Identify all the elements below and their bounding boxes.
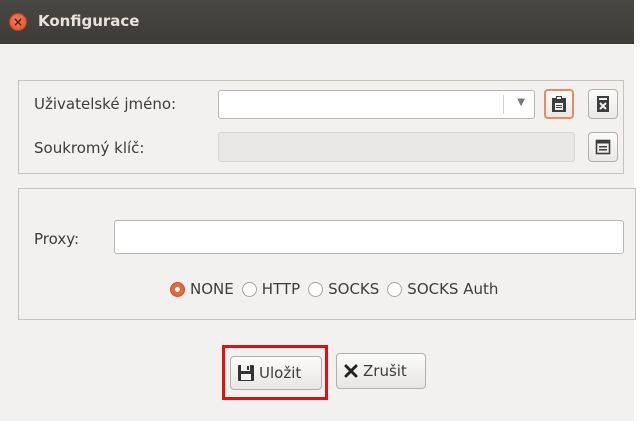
cancel-label: Zrušit bbox=[363, 362, 407, 380]
radio-socks-label: SOCKS bbox=[328, 280, 380, 298]
radio-none-label: NONE bbox=[190, 280, 234, 298]
radio-indicator[interactable] bbox=[170, 281, 185, 297]
radio-indicator[interactable] bbox=[387, 281, 403, 297]
radio-http[interactable]: HTTP bbox=[241, 280, 301, 298]
radio-indicator[interactable] bbox=[308, 281, 324, 297]
proxy-label: Proxy: bbox=[34, 230, 80, 248]
delete-button[interactable] bbox=[588, 89, 618, 119]
combo-separator bbox=[503, 95, 504, 114]
delete-icon bbox=[597, 96, 609, 112]
radio-socks[interactable]: SOCKS bbox=[308, 280, 379, 298]
window-title: Konfigurace bbox=[38, 12, 140, 30]
save-highlight-annotation bbox=[222, 345, 328, 400]
clipboard-icon bbox=[552, 96, 566, 112]
radio-socks-auth-label: SOCKS Auth bbox=[407, 280, 499, 298]
proxy-type-radio-group: NONE HTTP SOCKS SOCKS Auth bbox=[170, 278, 506, 300]
proxy-group bbox=[18, 188, 636, 320]
username-label: Uživatelské jméno: bbox=[34, 95, 177, 113]
private-key-label: Soukromý klíč: bbox=[34, 139, 145, 157]
config-window: × Konfigurace Uživatelské jméno: ▼ Soukr… bbox=[0, 0, 636, 421]
radio-indicator[interactable] bbox=[241, 281, 257, 297]
radio-http-label: HTTP bbox=[261, 280, 301, 298]
file-icon bbox=[595, 139, 611, 155]
private-key-field bbox=[218, 132, 575, 162]
close-button[interactable]: × bbox=[9, 13, 27, 31]
chevron-down-icon[interactable]: ▼ bbox=[517, 97, 525, 108]
username-combobox[interactable]: ▼ bbox=[218, 90, 535, 119]
radio-socks-auth[interactable]: SOCKS Auth bbox=[387, 280, 498, 298]
close-icon bbox=[343, 363, 359, 379]
radio-none[interactable]: NONE bbox=[170, 280, 234, 298]
paste-button[interactable] bbox=[544, 89, 574, 119]
cancel-button[interactable]: Zrušit bbox=[336, 353, 426, 389]
proxy-input[interactable] bbox=[114, 220, 624, 254]
browse-key-button[interactable] bbox=[588, 132, 618, 162]
title-bar: × Konfigurace bbox=[0, 0, 634, 44]
